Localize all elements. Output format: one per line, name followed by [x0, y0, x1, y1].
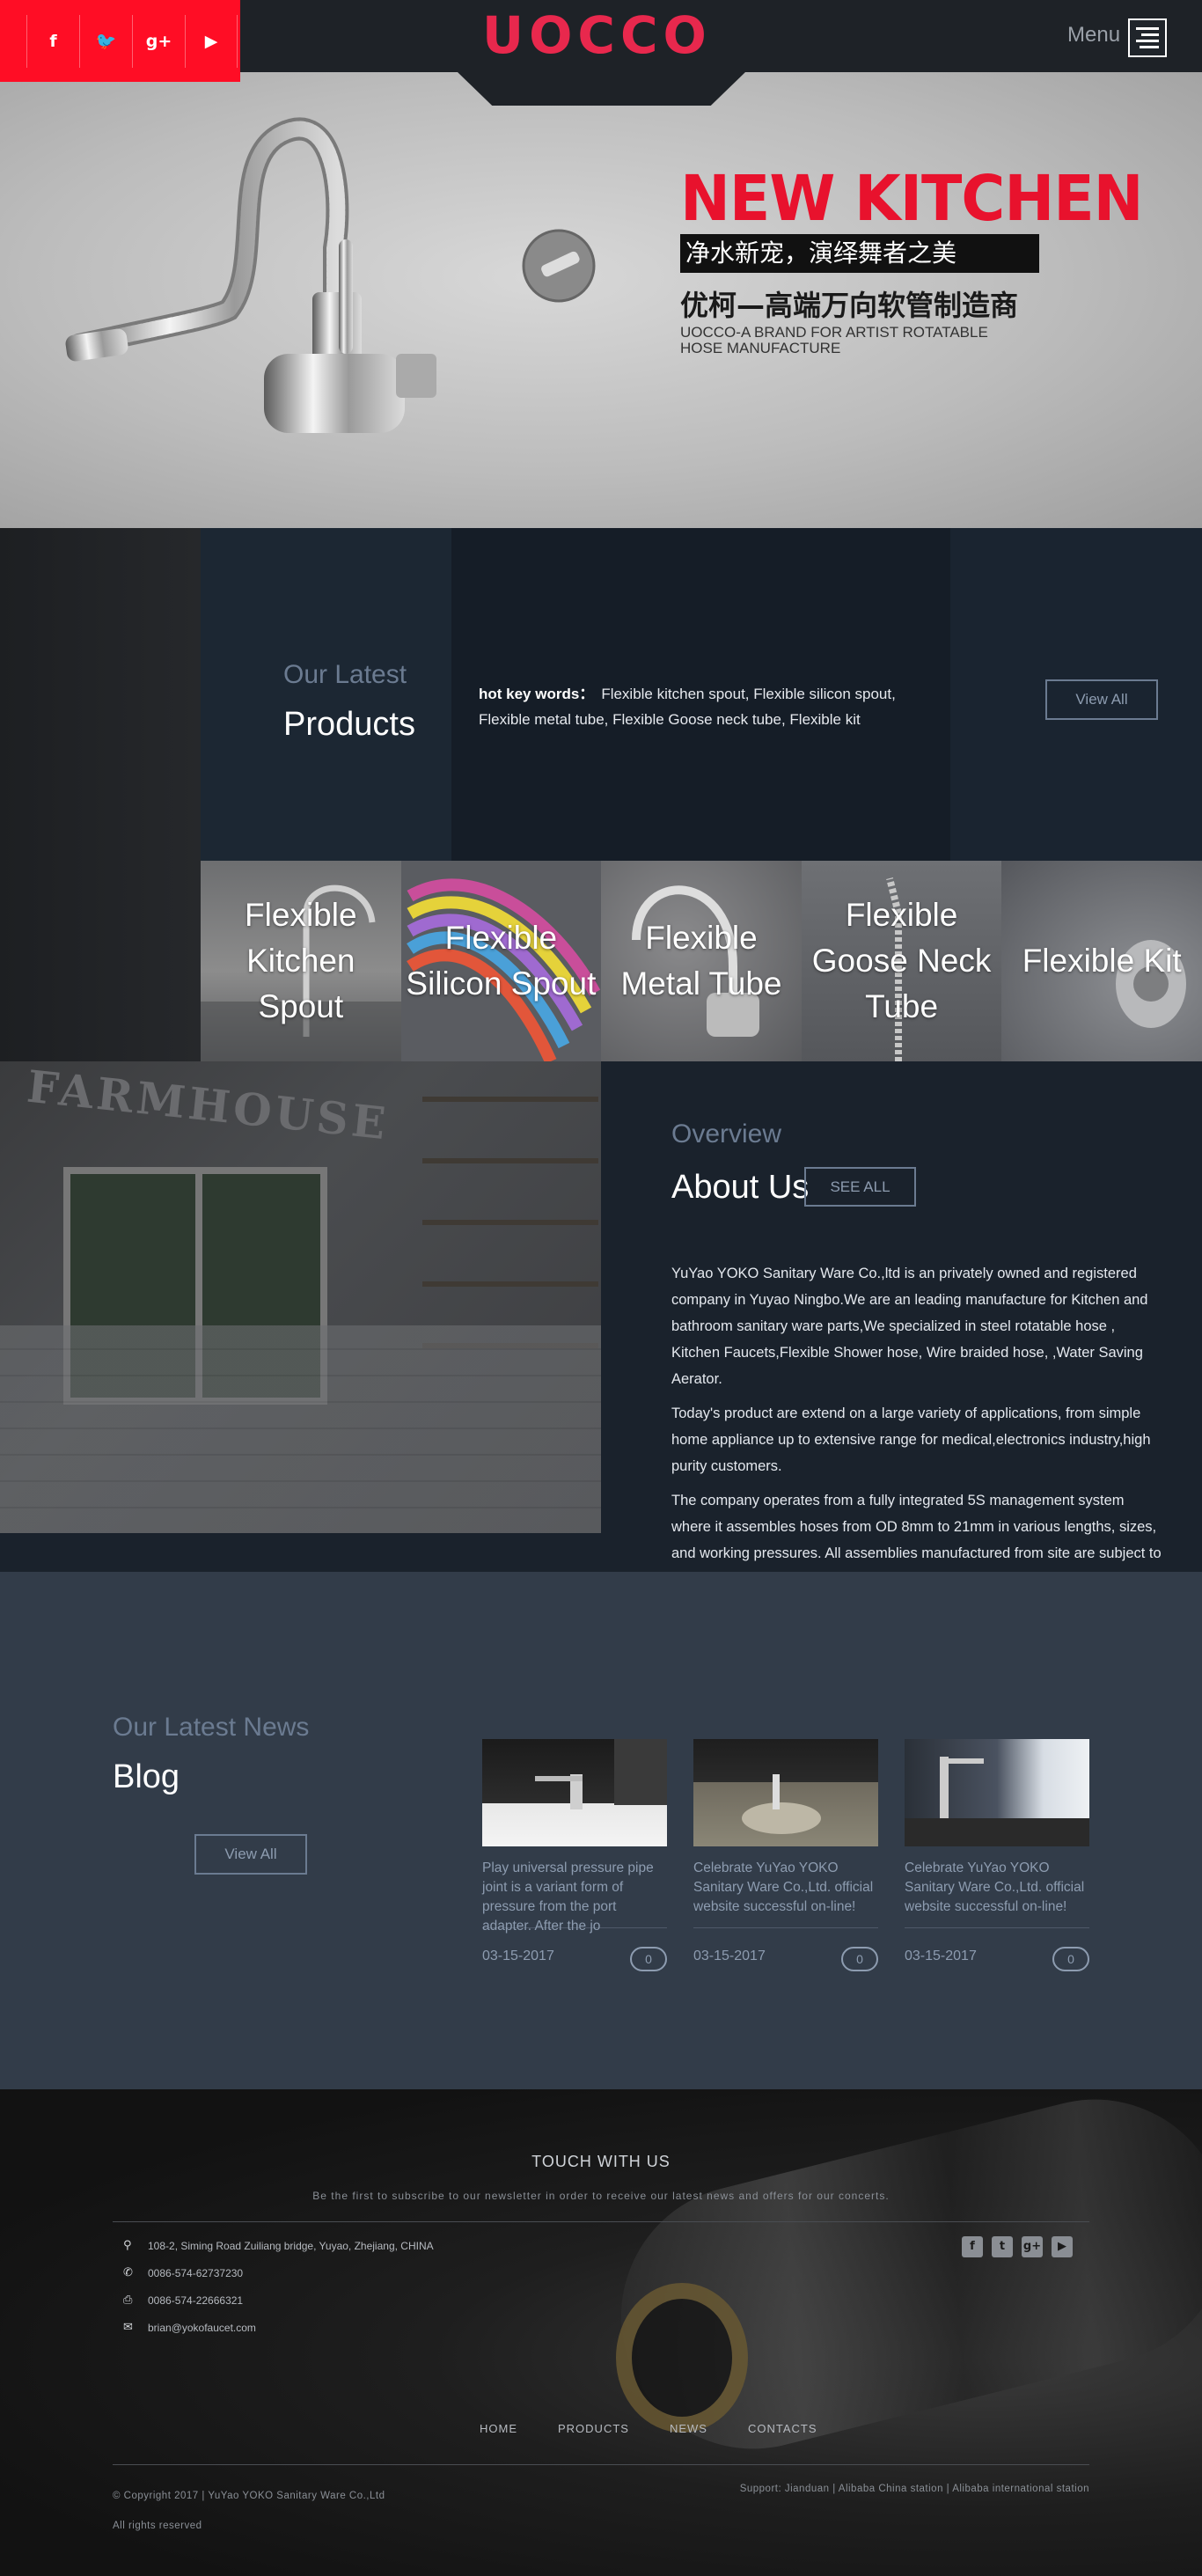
blog-thumbnail[interactable]	[693, 1739, 878, 1846]
blog-card[interactable]: Play universal pressure pipe joint is a …	[482, 1739, 667, 1971]
site-logo[interactable]: UOCCO	[482, 9, 712, 62]
google-plus-icon[interactable]: g+	[132, 14, 185, 68]
email-icon: ✉	[123, 2321, 133, 2334]
copyright-text: © Copyright 2017 | YuYao YOKO Sanitary W…	[113, 2491, 385, 2501]
blog-date: 03-15-2017	[693, 1949, 766, 1963]
products-title-block	[201, 528, 451, 861]
blog-excerpt[interactable]: Celebrate YuYao YOKO Sanitary Ware Co.,L…	[693, 1859, 878, 1919]
hero-banner: NEW KITCHEN 净水新宠，演绎舞者之美 优柯—高端万向软管制造商 UOC…	[0, 72, 1202, 528]
product-tile-label: Flexible Metal Tube	[620, 920, 782, 1002]
product-tile[interactable]: Flexible Kit	[1001, 861, 1202, 1061]
twitter-icon[interactable]: t	[992, 2236, 1013, 2257]
comment-count-badge[interactable]: 0	[841, 1947, 878, 1971]
product-tile[interactable]: Flexible Metal Tube	[601, 861, 802, 1061]
blog-thumbnail[interactable]	[482, 1739, 667, 1846]
contact-text: 108-2, Siming Road Zuiliang bridge, Yuya…	[148, 2239, 434, 2252]
footer-title: TOUCH WITH US	[531, 2153, 671, 2170]
products-section: Our Latest Products hot key words： Flexib…	[0, 528, 1202, 1061]
about-paragraph: YuYao YOKO Sanitary Ware Co.,ltd is an p…	[671, 1266, 1148, 1387]
product-tile-label: Flexible Kit	[1022, 943, 1182, 979]
about-see-all-button[interactable]: SEE ALL	[804, 1167, 916, 1207]
footer-subtitle: Be the first to subscribe to our newslet…	[312, 2190, 890, 2202]
blog-excerpt[interactable]: Celebrate YuYao YOKO Sanitary Ware Co.,L…	[905, 1859, 1089, 1919]
comment-count-badge[interactable]: 0	[1052, 1947, 1089, 1971]
social-links: f 🐦 g+ ▶	[0, 0, 240, 82]
footer-divider	[113, 2221, 1089, 2222]
blog-title: Blog	[113, 1758, 180, 1795]
product-tile-label: Flexible Goose Neck Tube	[811, 897, 992, 1024]
menu-label[interactable]: Menu	[1067, 23, 1120, 48]
footer-nav-contacts[interactable]: CONTACTS	[748, 2422, 817, 2435]
product-tile-label: Flexible Silicon Spout	[406, 920, 597, 1002]
hot-keywords: hot key words： Flexible kitchen spout, Fl…	[479, 681, 927, 732]
contact-address: ⚲ 108-2, Siming Road Zuiliang bridge, Yu…	[123, 2239, 434, 2252]
kitchen-shelves	[422, 1097, 598, 1361]
footer-nav-news[interactable]: NEWS	[670, 2422, 707, 2435]
product-tile[interactable]: Flexible Silicon Spout	[400, 861, 602, 1061]
hero-tagline-bar: 净水新宠，演绎舞者之美	[680, 234, 1039, 273]
fax-icon: ⎙	[123, 2293, 133, 2307]
faucet-illustration	[65, 117, 596, 433]
blog-date: 03-15-2017	[482, 1949, 554, 1963]
facebook-icon[interactable]: f	[962, 2236, 983, 2257]
footer-nav: HOME PRODUCTS NEWS CONTACTS	[480, 2422, 817, 2435]
support-links[interactable]: Support: Jianduan | Alibaba China statio…	[740, 2484, 1089, 2494]
about-title: About Us	[671, 1169, 810, 1206]
contact-text: 0086-574-22666321	[148, 2293, 244, 2307]
blog-view-all-button[interactable]: View All	[194, 1834, 307, 1875]
farmhouse-sign: FARMHOUSE	[25, 1061, 392, 1150]
youtube-icon[interactable]: ▶	[1052, 2236, 1073, 2257]
blog-subtitle: Our Latest News	[113, 1713, 310, 1742]
footer-social-links: f t g+ ▶	[962, 2236, 1073, 2257]
contact-phone: ✆ 0086-574-62737230	[123, 2266, 243, 2279]
product-tile-label: Flexible Kitchen Spout	[245, 897, 357, 1024]
products-title: Products	[283, 706, 415, 743]
kitchen-counter	[0, 1325, 601, 1533]
google-plus-icon[interactable]: g+	[1022, 2236, 1043, 2257]
blog-card[interactable]: Celebrate YuYao YOKO Sanitary Ware Co.,L…	[693, 1739, 878, 1971]
blog-excerpt[interactable]: Play universal pressure pipe joint is a …	[482, 1859, 667, 1934]
contact-text: 0086-574-62737230	[148, 2266, 244, 2279]
hero-title: NEW KITCHEN	[680, 163, 1144, 236]
blog-date: 03-15-2017	[905, 1949, 977, 1963]
about-paragraph: Today's product are extend on a large va…	[671, 1405, 1151, 1474]
contact-text[interactable]: brian@yokofaucet.com	[148, 2322, 256, 2334]
contact-fax: ⎙ 0086-574-22666321	[123, 2293, 243, 2307]
blog-thumbnail[interactable]	[905, 1739, 1089, 1846]
products-side-image	[0, 528, 201, 1061]
site-header: f 🐦 g+ ▶ UOCCO Menu	[0, 0, 1202, 82]
footer-nav-products[interactable]: PRODUCTS	[558, 2422, 629, 2435]
blog-section: Our Latest News Blog View All Play unive…	[0, 1572, 1202, 2089]
about-section: FARMHOUSE Overview About Us SEE ALL YuYa…	[0, 1061, 1202, 1588]
footer-nav-home[interactable]: HOME	[480, 2422, 517, 2435]
contact-email[interactable]: ✉ brian@yokofaucet.com	[123, 2321, 256, 2334]
footer-divider	[113, 2464, 1089, 2465]
blog-card[interactable]: Celebrate YuYao YOKO Sanitary Ware Co.,L…	[905, 1739, 1089, 1971]
footer-background-ring	[616, 2283, 748, 2433]
product-tiles: Flexible Kitchen Spout Flexible Silicon …	[201, 861, 1202, 1061]
youtube-icon[interactable]: ▶	[185, 14, 238, 68]
hero-english-subtitle: UOCCO-A BRAND FOR ARTIST ROTATABLE HOSE …	[680, 324, 988, 356]
hamburger-menu-icon[interactable]	[1128, 18, 1167, 57]
about-description: YuYao YOKO Sanitary Ware Co.,ltd is an p…	[671, 1260, 1167, 1601]
kitchen-photo: FARMHOUSE	[0, 1061, 601, 1533]
location-icon: ⚲	[123, 2239, 132, 2252]
facebook-icon[interactable]: f	[26, 14, 79, 68]
hot-keywords-label: hot key words：	[479, 686, 595, 702]
products-view-all-button[interactable]: View All	[1045, 679, 1158, 720]
product-tile[interactable]: Flexible Kitchen Spout	[201, 861, 401, 1061]
about-subtitle: Overview	[671, 1119, 782, 1149]
phone-icon: ✆	[123, 2266, 133, 2279]
rights-text: All rights reserved	[113, 2521, 202, 2531]
hero-chinese-subtitle: 优柯—高端万向软管制造商	[680, 289, 1019, 322]
comment-count-badge[interactable]: 0	[630, 1947, 667, 1971]
twitter-icon[interactable]: 🐦	[79, 14, 132, 68]
product-tile[interactable]: Flexible Goose Neck Tube	[801, 861, 1002, 1061]
products-subtitle: Our Latest	[283, 660, 407, 689]
site-footer: TOUCH WITH US Be the first to subscribe …	[0, 2089, 1202, 2576]
